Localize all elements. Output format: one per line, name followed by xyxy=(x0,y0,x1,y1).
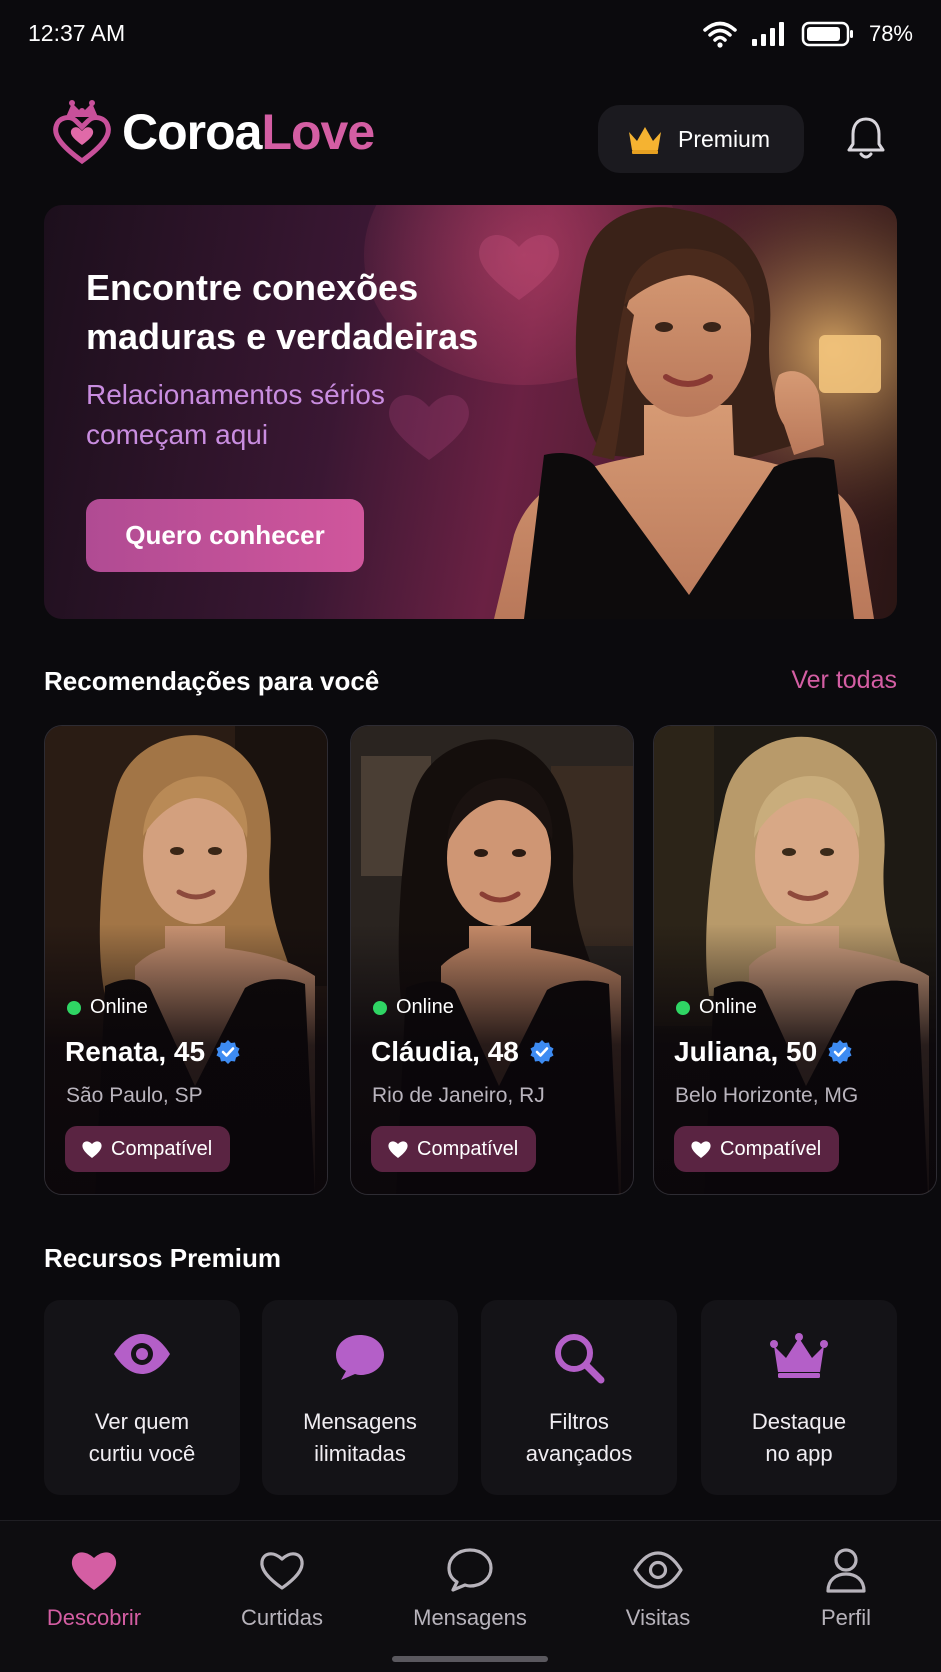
crown-icon xyxy=(629,127,661,154)
compatible-badge[interactable]: Compatível xyxy=(371,1126,537,1172)
compatible-badge[interactable]: Compatível xyxy=(674,1126,840,1172)
online-dot-icon xyxy=(373,1000,387,1015)
nav-visits[interactable]: Visitas xyxy=(583,1543,733,1631)
premium-features-title: Recursos Premium xyxy=(44,1243,281,1273)
compatible-badge[interactable]: Compatível xyxy=(65,1126,231,1172)
profile-card[interactable]: Online Juliana, 50 Belo Horizonte, MG Co… xyxy=(653,725,937,1195)
signal-icon xyxy=(751,22,784,46)
verified-badge-icon xyxy=(828,1040,852,1064)
premium-label: Premium xyxy=(678,125,771,152)
nav-profile[interactable]: Perfil xyxy=(771,1543,921,1631)
see-all-link[interactable]: Ver todas xyxy=(791,666,897,695)
nav-discover[interactable]: Descobrir xyxy=(19,1543,169,1631)
brand-name: CoroaLove xyxy=(122,104,375,160)
person-icon xyxy=(826,1548,866,1593)
status-icons: 78% xyxy=(703,18,913,50)
feature-see-likes[interactable]: Ver quem curtiu você xyxy=(44,1300,240,1495)
nav-likes[interactable]: Curtidas xyxy=(207,1543,357,1631)
bottom-navigation: Descobrir Curtidas Mensagens Visitas Per… xyxy=(0,1520,941,1672)
feature-highlight[interactable]: Destaque no app xyxy=(701,1300,897,1495)
wifi-icon xyxy=(703,21,737,48)
profile-card[interactable]: Online Cláudia, 48 Rio de Janeiro, RJ Co… xyxy=(350,725,634,1195)
profile-name: Juliana, 50 xyxy=(674,1036,853,1068)
premium-button[interactable]: Premium xyxy=(598,105,804,173)
bell-icon[interactable] xyxy=(846,115,886,161)
verified-badge-icon xyxy=(216,1040,240,1064)
hero-woman-photo xyxy=(474,205,897,619)
hero-subtitle: Relacionamentos sérios começam aqui xyxy=(86,379,385,450)
online-dot-icon xyxy=(676,1000,690,1015)
chat-bubble-icon xyxy=(336,1335,384,1380)
crown-heart-logo-icon xyxy=(53,100,111,165)
status-time: 12:37 AM xyxy=(28,20,126,46)
heart-icon xyxy=(691,1141,711,1158)
profile-name: Renata, 45 xyxy=(65,1036,241,1068)
feature-advanced-filters[interactable]: Filtros avançados xyxy=(481,1300,677,1495)
profile-card[interactable]: Online Renata, 45 São Paulo, SP Compatív… xyxy=(44,725,328,1195)
battery-icon xyxy=(801,21,853,47)
profile-name: Cláudia, 48 xyxy=(371,1036,555,1068)
hero-cta-button[interactable]: Quero conhecer xyxy=(86,499,364,572)
heart-outline-icon xyxy=(260,1552,304,1590)
heart-filled-icon xyxy=(71,1552,117,1590)
profile-cards-carousel[interactable]: Online Renata, 45 São Paulo, SP Compatív… xyxy=(44,725,941,1195)
heart-icon xyxy=(388,1141,408,1158)
crown-icon xyxy=(770,1333,828,1378)
status-bar: 12:37 AM 78% xyxy=(0,0,941,68)
online-status: Online xyxy=(67,996,148,1019)
hero-banner: Encontre conexões maduras e verdadeiras … xyxy=(44,205,897,619)
search-icon xyxy=(555,1334,605,1384)
feature-unlimited-messages[interactable]: Mensagens ilimitadas xyxy=(262,1300,458,1495)
profile-city: Rio de Janeiro, RJ xyxy=(372,1084,545,1107)
online-status: Online xyxy=(373,996,454,1019)
chat-icon xyxy=(447,1548,493,1592)
premium-features-grid: Ver quem curtiu você Mensagens ilimitada… xyxy=(44,1300,897,1495)
app-logo: CoroaLove xyxy=(52,99,375,165)
profile-city: São Paulo, SP xyxy=(66,1084,203,1107)
eye-icon xyxy=(633,1551,683,1589)
home-indicator[interactable] xyxy=(392,1656,548,1662)
app-header: CoroaLove Premium xyxy=(0,95,941,185)
eye-icon xyxy=(114,1334,170,1374)
verified-badge-icon xyxy=(530,1040,554,1064)
battery-percent: 78% xyxy=(868,21,913,46)
online-status: Online xyxy=(676,996,757,1019)
recommendations-title: Recomendações para você xyxy=(44,666,380,696)
profile-city: Belo Horizonte, MG xyxy=(675,1084,859,1107)
nav-messages[interactable]: Mensagens xyxy=(395,1543,545,1631)
online-dot-icon xyxy=(67,1000,81,1015)
heart-icon xyxy=(82,1141,102,1158)
hero-title: Encontre conexões maduras e verdadeiras xyxy=(86,267,479,357)
